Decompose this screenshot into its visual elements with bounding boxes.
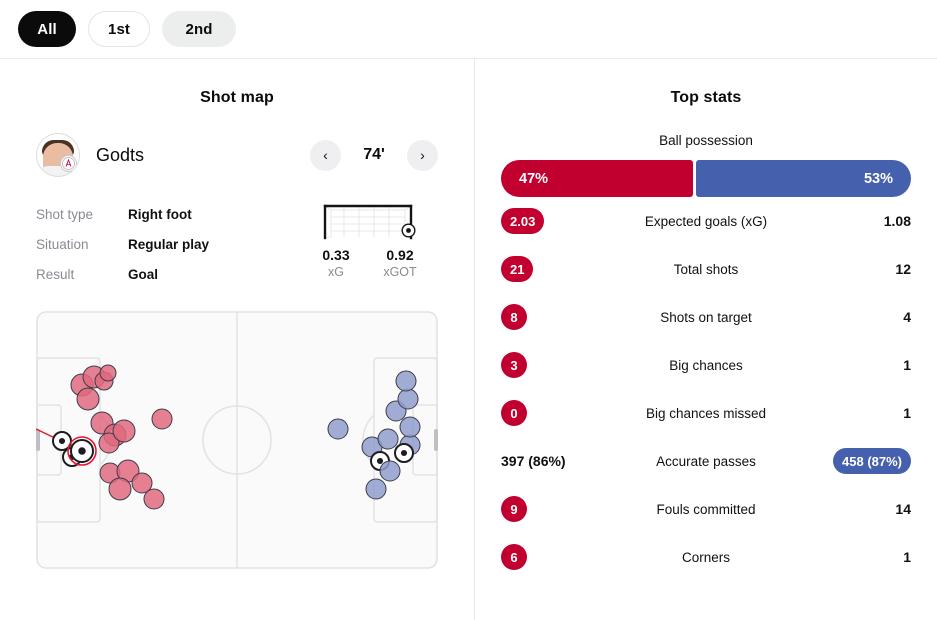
stat-home-cell: 3 [501, 352, 621, 378]
stat-away-cell: 4 [791, 309, 911, 325]
stat-away-value: 1.08 [883, 213, 911, 229]
top-stats-title: Top stats [670, 89, 742, 106]
stat-home-cell: 8 [501, 304, 621, 330]
detail-row-shot-type: Shot type Right foot [36, 199, 298, 229]
xgot-label: xGOT [383, 265, 417, 279]
stat-label: Shots on target [660, 309, 752, 325]
stat-away-cell: 1.08 [791, 213, 911, 229]
chevron-right-icon[interactable]: › [407, 139, 438, 171]
stat-away-value: 1 [903, 405, 911, 421]
shot-detail-table: Shot type Right foot Situation Regular p… [36, 199, 298, 289]
stat-rows: 2.03 Expected goals (xG) 1.08 21 Total shots… [475, 197, 937, 581]
stat-home-cell: 0 [501, 400, 621, 426]
period-filter-bar: All 1st 2nd [0, 0, 937, 59]
filter-tab-2nd[interactable]: 2nd [162, 11, 236, 47]
shot-map-title: Shot map [200, 89, 274, 106]
goal-placement-graphic: 0.33 xG 0.92 xGOT [298, 199, 438, 289]
detail-label: Shot type [36, 206, 94, 222]
stat-home-chip: 2.03 [501, 208, 545, 234]
stat-home-chip: 6 [501, 544, 527, 570]
stat-label: Accurate passes [656, 453, 756, 469]
stat-away-cell: 14 [791, 501, 911, 517]
stat-away-value: 1 [903, 549, 911, 565]
stat-row: 21 Total shots 12 [501, 245, 911, 293]
xgot-cell: 0.92 xGOT [379, 247, 421, 279]
stat-row: 9 Fouls committed 14 [501, 485, 911, 533]
detail-value: Regular play [128, 236, 210, 252]
stat-row: 0 Big chances missed 1 [501, 389, 911, 437]
top-stats-panel: Top stats Ball possession 47% 53% 2.03 Ex… [474, 59, 937, 620]
stat-away-value: 1 [903, 357, 911, 373]
stat-away-cell: 12 [791, 261, 911, 277]
detail-value: Goal [128, 266, 159, 282]
football-icon [401, 223, 416, 238]
stat-away-value: 4 [903, 309, 911, 325]
stat-row: 8 Shots on target 4 [501, 293, 911, 341]
stat-home-cell: 6 [501, 544, 621, 570]
stat-label: Expected goals (xG) [644, 213, 768, 229]
stat-home-cell: 21 [501, 256, 621, 282]
stat-away-value: 12 [895, 261, 911, 277]
stat-home-cell: 397 (86%) [501, 453, 621, 469]
stat-home-value: 397 (86%) [501, 453, 566, 469]
detail-label: Result [36, 266, 75, 282]
stat-home-chip: 0 [501, 400, 527, 426]
detail-value: Right foot [128, 206, 192, 222]
shot-detail: Shot type Right foot Situation Regular p… [36, 199, 438, 289]
detail-label: Situation [36, 236, 89, 252]
xg-label: xG [328, 265, 344, 279]
pitch-shot-chart[interactable] [35, 311, 438, 574]
player-name: Godts [96, 144, 145, 165]
stat-away-cell: 1 [791, 549, 911, 565]
goal-net-icon [318, 201, 418, 241]
possession-away-value: 53% [696, 160, 911, 197]
stat-row: 3 Big chances 1 [501, 341, 911, 389]
xg-value: 0.33 [322, 247, 350, 263]
possession-home-value: 47% [501, 160, 694, 197]
stat-home-chip: 21 [501, 256, 534, 282]
stat-label: Corners [681, 549, 730, 565]
stat-label: Total shots [673, 261, 739, 277]
xgot-value: 0.92 [386, 247, 414, 263]
xg-cell: 0.33 xG [315, 247, 357, 279]
club-crest-icon [60, 155, 77, 172]
xg-values: 0.33 xG 0.92 xGOT [298, 247, 438, 279]
filter-tab-1st[interactable]: 1st [88, 11, 150, 47]
ball-possession-bar: 47% 53% [501, 160, 911, 197]
stat-away-cell: 1 [791, 405, 911, 421]
shot-navigation: ‹ 74' › [310, 139, 438, 171]
stat-home-cell: 9 [501, 496, 621, 522]
stat-home-chip: 9 [501, 496, 527, 522]
ball-possession-label: Ball possession [659, 133, 753, 148]
ball-possession-block: Ball possession 47% 53% [501, 133, 911, 197]
stat-home-chip: 8 [501, 304, 527, 330]
chevron-left-icon[interactable]: ‹ [310, 139, 341, 171]
content-split: Shot map Godts ‹ 74' › Shot type Right f… [0, 59, 937, 620]
stat-home-chip: 3 [501, 352, 527, 378]
detail-row-situation: Situation Regular play [36, 229, 298, 259]
stat-home-cell: 2.03 [501, 208, 621, 234]
stat-label: Fouls committed [656, 501, 756, 517]
stat-away-chip: 458 (87%) [833, 448, 911, 474]
detail-row-result: Result Goal [36, 259, 298, 289]
stat-label: Big chances missed [645, 405, 767, 421]
shot-map-panel: Shot map Godts ‹ 74' › Shot type Right f… [0, 59, 474, 620]
stat-label: Big chances [669, 357, 743, 373]
shot-player-row: Godts ‹ 74' › [36, 131, 438, 179]
stat-row: 6 Corners 1 [501, 533, 911, 581]
stat-away-value: 14 [895, 501, 911, 517]
avatar [36, 133, 80, 177]
stat-away-cell: 1 [791, 357, 911, 373]
stat-away-cell: 458 (87%) [791, 448, 911, 474]
shot-minute: 74' [363, 146, 385, 163]
stat-row: 2.03 Expected goals (xG) 1.08 [501, 197, 911, 245]
stat-row: 397 (86%) Accurate passes 458 (87%) [501, 437, 911, 485]
filter-tab-all[interactable]: All [18, 11, 76, 47]
